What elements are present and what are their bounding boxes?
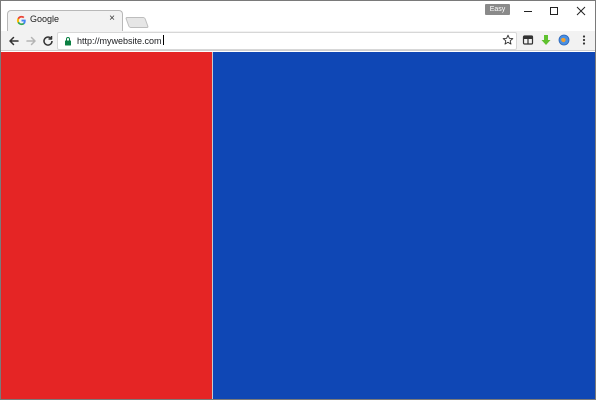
kebab-menu-icon[interactable]	[578, 34, 590, 46]
arrow-right-icon[interactable]	[23, 33, 39, 49]
reload-icon[interactable]	[40, 33, 56, 49]
extension-icon[interactable]	[522, 34, 534, 46]
star-icon[interactable]	[502, 34, 514, 46]
title-bar: Google × Easy	[1, 1, 595, 31]
lock-icon	[65, 37, 71, 46]
address-bar[interactable]: http://mywebsite.com	[57, 32, 517, 50]
globe-icon[interactable]	[558, 34, 570, 46]
tab-close-icon[interactable]: ×	[106, 13, 118, 25]
text-caret	[162, 35, 164, 45]
maximize-icon[interactable]	[540, 1, 568, 21]
page-content	[1, 52, 595, 399]
tab-title: Google	[30, 14, 60, 24]
browser-toolbar: http://mywebsite.com	[1, 31, 595, 51]
tab-google[interactable]: Google ×	[7, 10, 123, 31]
minimize-icon[interactable]	[514, 1, 542, 21]
arrow-left-icon[interactable]	[6, 33, 22, 49]
new-tab-button[interactable]	[124, 17, 150, 28]
red-panel	[1, 52, 212, 399]
download-arrow-icon[interactable]	[540, 34, 552, 46]
profile-badge[interactable]: Easy	[485, 4, 510, 15]
browser-window: Google × Easy http://mywebsite.com	[0, 0, 596, 400]
url-text: http://mywebsite.com	[77, 36, 162, 46]
blue-panel	[213, 52, 595, 399]
close-icon[interactable]	[567, 1, 595, 21]
google-icon	[16, 15, 26, 26]
url-input[interactable]: http://mywebsite.com	[77, 35, 164, 46]
